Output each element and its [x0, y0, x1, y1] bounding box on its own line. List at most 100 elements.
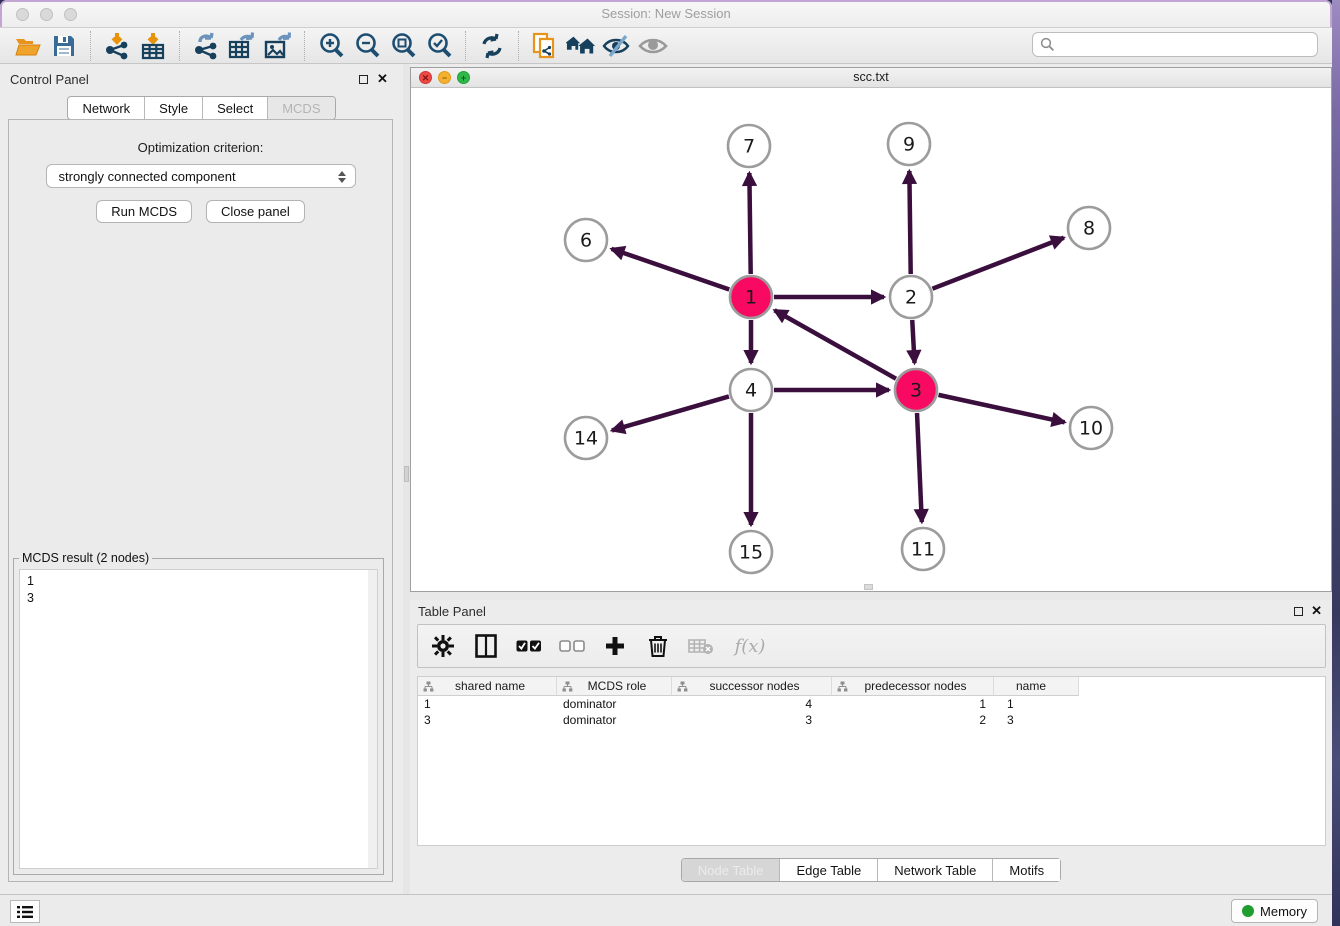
graph-edge-2-8[interactable]	[932, 238, 1063, 289]
settings-gear-icon[interactable]	[430, 633, 456, 659]
toolbar-separator	[465, 31, 466, 61]
table-cell[interactable]: dominator	[557, 712, 672, 728]
zoom-in-icon[interactable]	[316, 32, 346, 60]
table-panel-close-icon[interactable]: ✕	[1311, 603, 1322, 619]
export-image-icon[interactable]	[263, 32, 293, 60]
run-mcds-button[interactable]: Run MCDS	[96, 200, 192, 223]
home-icon[interactable]	[566, 32, 596, 60]
graph-node-label: 3	[910, 380, 922, 402]
toolbar-separator	[518, 31, 519, 61]
table-cell[interactable]: 1	[418, 696, 557, 712]
export-network-icon[interactable]	[191, 32, 221, 60]
import-network-icon[interactable]	[102, 32, 132, 60]
zoom-out-icon[interactable]	[352, 32, 382, 60]
graph-node-label: 7	[743, 136, 755, 158]
hide-panel-eye-icon[interactable]	[602, 32, 632, 60]
tab-network-table[interactable]: Network Table	[878, 859, 993, 881]
graph-edge-1-7[interactable]	[749, 173, 750, 274]
table-cell[interactable]: 3	[994, 712, 1079, 728]
control-panel: Control Panel ✕ NetworkStyleSelectMCDS O…	[0, 64, 403, 894]
refresh-icon[interactable]	[477, 32, 507, 60]
control-panel-close-icon[interactable]: ✕	[377, 71, 388, 87]
unselect-all-columns-icon[interactable]	[559, 633, 585, 659]
graph-edge-1-6[interactable]	[612, 249, 730, 290]
column-header-successor-nodes[interactable]: successor nodes	[672, 677, 832, 696]
control-panel-tabs: NetworkStyleSelectMCDS	[0, 96, 403, 120]
graph-node-label: 2	[905, 287, 917, 309]
memory-button[interactable]: Memory	[1231, 899, 1318, 923]
table-cell[interactable]: 1	[994, 696, 1079, 712]
tab-mcds[interactable]: MCDS	[268, 97, 334, 119]
horizontal-splitter[interactable]	[410, 592, 1332, 600]
show-panel-eye-icon[interactable]	[638, 32, 668, 60]
window-title: Session: New Session	[0, 6, 1332, 21]
open-session-icon[interactable]	[13, 32, 43, 60]
table-cell[interactable]: 4	[672, 696, 832, 712]
table-cell[interactable]: 2	[832, 712, 994, 728]
import-table-icon[interactable]	[138, 32, 168, 60]
network-view-window: ✕ − + scc.txt 7968124314101511	[410, 67, 1332, 592]
column-header-predecessor-nodes[interactable]: predecessor nodes	[832, 677, 994, 696]
clone-network-icon[interactable]	[530, 32, 560, 60]
graph-node-label: 4	[745, 380, 757, 402]
vertical-splitter[interactable]	[403, 64, 410, 894]
table-row[interactable]: 1dominator411	[418, 696, 1325, 712]
zoom-fit-icon[interactable]	[388, 32, 418, 60]
graph-edge-4-14[interactable]	[612, 396, 729, 430]
dropdown-value: strongly connected component	[59, 169, 236, 184]
select-all-columns-icon[interactable]	[516, 633, 542, 659]
table-panel: Table Panel ✕	[410, 600, 1332, 894]
column-header-name[interactable]: name	[994, 677, 1079, 696]
table-row[interactable]: 3dominator323	[418, 712, 1325, 728]
tab-edge-table[interactable]: Edge Table	[780, 859, 878, 881]
control-panel-float-icon[interactable]	[359, 75, 368, 84]
graph-node-label: 9	[903, 134, 915, 156]
control-panel-title: Control Panel	[10, 72, 89, 87]
column-header-MCDS-role[interactable]: MCDS role	[557, 677, 672, 696]
graph-node-label: 15	[739, 542, 763, 564]
tab-motifs[interactable]: Motifs	[993, 859, 1060, 881]
table-cell[interactable]: dominator	[557, 696, 672, 712]
mcds-result-box: MCDS result (2 nodes) 13	[13, 558, 384, 875]
tab-style[interactable]: Style	[145, 97, 203, 119]
control-panel-header: Control Panel ✕	[0, 64, 403, 94]
network-canvas[interactable]: 7968124314101511	[411, 88, 1331, 591]
graph-edge-3-11[interactable]	[917, 413, 922, 522]
delete-table-icon[interactable]	[688, 633, 714, 659]
status-bar: Memory	[0, 894, 1332, 926]
save-session-icon[interactable]	[49, 32, 79, 60]
toolbar-separator	[90, 31, 91, 61]
column-header-shared-name[interactable]: shared name	[418, 677, 557, 696]
graph-node-label: 14	[574, 428, 598, 450]
delete-column-icon[interactable]	[645, 633, 671, 659]
mcds-result-list[interactable]: 13	[19, 569, 378, 869]
task-history-button[interactable]	[10, 900, 40, 923]
node-table[interactable]: shared nameMCDS rolesuccessor nodesprede…	[417, 676, 1326, 846]
column-panel-icon[interactable]	[473, 633, 499, 659]
close-panel-button[interactable]: Close panel	[206, 200, 305, 223]
canvas-splitter-grip[interactable]	[864, 584, 873, 590]
table-cell[interactable]: 1	[832, 696, 994, 712]
dropdown-stepper-icon	[336, 169, 348, 185]
optimization-criterion-dropdown[interactable]: strongly connected component	[46, 164, 356, 188]
table-cell[interactable]: 3	[418, 712, 557, 728]
tab-network[interactable]: Network	[68, 97, 145, 119]
graph-edge-2-3[interactable]	[912, 320, 914, 363]
splitter-grip[interactable]	[404, 466, 409, 482]
network-window-titlebar: ✕ − + scc.txt	[411, 68, 1331, 88]
add-column-icon[interactable]	[602, 633, 628, 659]
graph-edge-3-10[interactable]	[938, 395, 1064, 422]
search-field[interactable]	[1032, 32, 1318, 57]
tab-select[interactable]: Select	[203, 97, 268, 119]
function-builder-icon[interactable]: f(x)	[731, 633, 769, 659]
table-panel-float-icon[interactable]	[1294, 607, 1303, 616]
export-table-icon[interactable]	[227, 32, 257, 60]
graph-edge-3-1[interactable]	[775, 310, 896, 378]
toolbar-separator	[304, 31, 305, 61]
result-scrollbar[interactable]	[368, 570, 377, 868]
search-input[interactable]	[1055, 35, 1317, 55]
graph-edge-2-9[interactable]	[909, 171, 910, 274]
table-cell[interactable]: 3	[672, 712, 832, 728]
zoom-selected-icon[interactable]	[424, 32, 454, 60]
tab-node-table[interactable]: Node Table	[682, 859, 781, 881]
